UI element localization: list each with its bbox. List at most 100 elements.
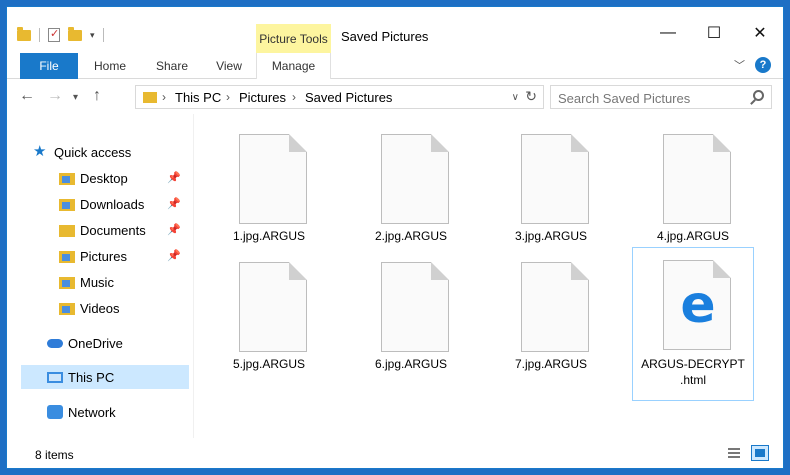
nav-label: Music bbox=[80, 274, 114, 290]
videos-folder-icon bbox=[59, 303, 75, 315]
file-item[interactable]: 7.jpg.ARGUS bbox=[491, 252, 611, 382]
nav-onedrive[interactable]: OneDrive bbox=[47, 331, 189, 355]
document-icon bbox=[239, 134, 307, 224]
search-box[interactable]: Search Saved Pictures bbox=[550, 85, 772, 109]
nav-quick-access[interactable]: Quick access bbox=[33, 140, 215, 164]
address-dropdown-icon[interactable]: ∨ bbox=[512, 92, 519, 103]
file-name-line: ARGUS-DECRYPT bbox=[641, 357, 745, 371]
refresh-icon[interactable]: ↻ bbox=[525, 88, 537, 105]
chevron-right-icon[interactable]: › bbox=[226, 90, 230, 104]
nav-item-videos[interactable]: Videos bbox=[59, 296, 189, 320]
file-name: 4.jpg.ARGUS bbox=[656, 229, 730, 243]
tab-share[interactable]: Share bbox=[147, 53, 197, 79]
folder-icon bbox=[143, 92, 157, 103]
edge-icon: e bbox=[680, 275, 716, 335]
nav-item-documents[interactable]: Documents 📌 bbox=[59, 218, 189, 242]
document-icon bbox=[521, 262, 589, 352]
search-placeholder: Search Saved Pictures bbox=[558, 91, 691, 106]
ribbon-tabs: File Home Share View Manage ﹀ ? bbox=[7, 53, 783, 79]
explorer-window: ▾ Picture Tools Saved Pictures — ☐ ✕ Fil… bbox=[6, 6, 784, 469]
html-document-icon: e bbox=[663, 260, 731, 350]
chevron-right-icon[interactable]: › bbox=[292, 90, 296, 104]
nav-this-pc[interactable]: This PC bbox=[21, 365, 189, 389]
nav-item-desktop[interactable]: Desktop 📌 bbox=[59, 166, 189, 190]
file-name-line: .html bbox=[679, 373, 706, 387]
file-list: 1.jpg.ARGUS 2.jpg.ARGUS 3.jpg.ARGUS 4.jp… bbox=[207, 120, 777, 420]
navigation-bar: ← → ▾ ↑ › This PC › Pictures › Saved Pic… bbox=[7, 80, 783, 114]
window-controls: — ☐ ✕ bbox=[645, 19, 783, 47]
document-icon bbox=[239, 262, 307, 352]
back-arrow-icon[interactable]: ← bbox=[19, 87, 35, 105]
customize-toolbar-chevron-icon[interactable]: ▾ bbox=[90, 30, 95, 41]
nav-label: Desktop bbox=[80, 170, 128, 186]
pin-icon: 📌 bbox=[167, 224, 181, 236]
breadcrumb-saved-pictures[interactable]: Saved Pictures bbox=[305, 90, 392, 105]
large-icons-view-icon[interactable] bbox=[751, 445, 769, 461]
tab-file[interactable]: File bbox=[20, 53, 78, 79]
file-item[interactable]: 6.jpg.ARGUS bbox=[351, 252, 471, 382]
help-icon[interactable]: ? bbox=[755, 57, 771, 73]
breadcrumb-pictures[interactable]: Pictures bbox=[239, 90, 286, 105]
forward-arrow-icon[interactable]: → bbox=[47, 87, 63, 105]
music-folder-icon bbox=[59, 277, 75, 289]
breadcrumb-this-pc[interactable]: This PC bbox=[175, 90, 221, 105]
search-icon[interactable] bbox=[753, 90, 764, 101]
close-button[interactable]: ✕ bbox=[737, 19, 783, 47]
file-item-selected[interactable]: e ARGUS-DECRYPT .html bbox=[632, 247, 754, 401]
file-item[interactable]: 4.jpg.ARGUS bbox=[633, 124, 753, 254]
document-icon bbox=[521, 134, 589, 224]
nav-label: Videos bbox=[80, 300, 120, 316]
details-view-icon[interactable] bbox=[725, 445, 743, 461]
tab-manage[interactable]: Manage bbox=[256, 53, 331, 79]
ribbon-controls: ﹀ ? bbox=[734, 57, 771, 73]
maximize-button[interactable]: ☐ bbox=[691, 19, 737, 47]
desktop-folder-icon bbox=[59, 173, 75, 185]
pictures-folder-icon bbox=[59, 251, 75, 263]
pin-icon: 📌 bbox=[167, 198, 181, 210]
file-item[interactable]: 5.jpg.ARGUS bbox=[209, 252, 329, 382]
toolbar-separator bbox=[102, 28, 104, 42]
minimize-button[interactable]: — bbox=[645, 19, 691, 47]
properties-icon[interactable] bbox=[48, 27, 60, 42]
folder-icon[interactable] bbox=[17, 26, 31, 41]
nav-item-pictures[interactable]: Pictures 📌 bbox=[59, 244, 189, 268]
toolbar-separator bbox=[39, 28, 40, 42]
file-name: 5.jpg.ARGUS bbox=[232, 357, 306, 371]
file-name: 3.jpg.ARGUS bbox=[514, 229, 588, 243]
nav-label: OneDrive bbox=[68, 335, 123, 351]
up-arrow-icon[interactable]: ↑ bbox=[93, 87, 101, 105]
file-name: 2.jpg.ARGUS bbox=[374, 229, 448, 243]
expand-ribbon-icon[interactable]: ﹀ bbox=[734, 57, 745, 73]
pane-divider[interactable] bbox=[193, 114, 194, 439]
tab-home[interactable]: Home bbox=[85, 53, 135, 79]
address-bar[interactable]: › This PC › Pictures › Saved Pictures ∨ … bbox=[135, 85, 544, 109]
quick-access-toolbar: ▾ bbox=[17, 25, 104, 45]
recent-locations-chevron-icon[interactable]: ▾ bbox=[73, 92, 78, 103]
nav-label: This PC bbox=[68, 369, 115, 385]
computer-icon bbox=[47, 371, 63, 383]
picture-tools-context-tab: Picture Tools bbox=[256, 24, 331, 54]
file-name: 6.jpg.ARGUS bbox=[374, 357, 448, 371]
title-bar: ▾ Picture Tools Saved Pictures — ☐ ✕ bbox=[7, 7, 783, 54]
file-item[interactable]: 2.jpg.ARGUS bbox=[351, 124, 471, 254]
window-title: Saved Pictures bbox=[341, 29, 429, 44]
document-icon bbox=[663, 134, 731, 224]
item-count: 8 items bbox=[35, 448, 74, 462]
nav-label: Documents bbox=[80, 222, 146, 238]
file-item[interactable]: 1.jpg.ARGUS bbox=[209, 124, 329, 254]
documents-folder-icon bbox=[59, 225, 75, 237]
nav-item-downloads[interactable]: Downloads 📌 bbox=[59, 192, 189, 216]
new-folder-icon[interactable] bbox=[68, 26, 82, 41]
network-icon bbox=[47, 405, 63, 419]
chevron-right-icon[interactable]: › bbox=[162, 90, 166, 104]
cloud-icon bbox=[47, 338, 63, 348]
navigation-pane: Quick access Desktop 📌 Downloads 📌 Docum… bbox=[7, 114, 193, 439]
file-name: 1.jpg.ARGUS bbox=[232, 229, 306, 243]
nav-item-music[interactable]: Music bbox=[59, 270, 189, 294]
tab-view[interactable]: View bbox=[207, 53, 251, 79]
nav-label: Downloads bbox=[80, 196, 145, 212]
nav-network[interactable]: Network bbox=[47, 400, 189, 424]
downloads-folder-icon bbox=[59, 199, 75, 211]
file-item[interactable]: 3.jpg.ARGUS bbox=[491, 124, 611, 254]
file-name: 7.jpg.ARGUS bbox=[514, 357, 588, 371]
